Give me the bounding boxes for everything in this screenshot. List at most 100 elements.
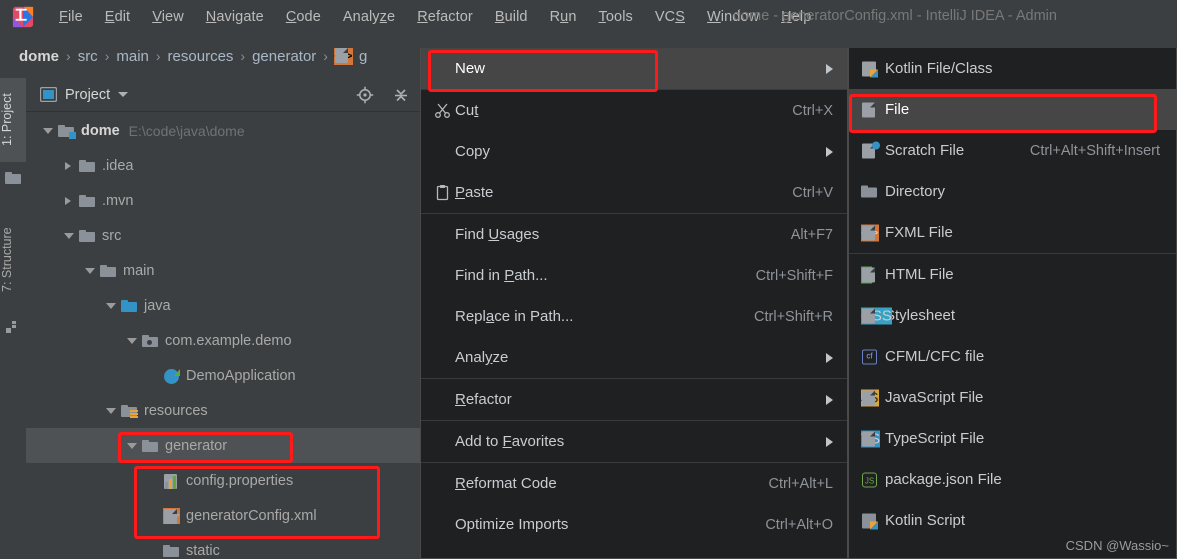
tree-node-main[interactable]: main bbox=[26, 253, 420, 288]
chevron-down-icon[interactable] bbox=[118, 92, 129, 97]
context-menu-item-replaceinpath[interactable]: Replace in Path... Ctrl+Shift+R bbox=[421, 296, 847, 337]
chevron-down-icon[interactable] bbox=[103, 298, 119, 314]
menu-view[interactable]: View bbox=[141, 5, 195, 29]
submenu-item-javascriptfile[interactable]: JS JavaScript File bbox=[849, 377, 1176, 418]
context-menu-item-refactor[interactable]: Refactor bbox=[421, 379, 847, 420]
sidebar-item-project[interactable]: 1: Project bbox=[0, 78, 26, 162]
breadcrumb-separator: › bbox=[240, 48, 246, 64]
scissors-icon bbox=[433, 102, 451, 120]
menu-tools[interactable]: Tools bbox=[588, 5, 644, 29]
tree-node-java[interactable]: java bbox=[26, 288, 420, 323]
context-menu-item-shortcut: Ctrl+Shift+F bbox=[755, 267, 833, 284]
context-menu-item-findusages[interactable]: Find Usages Alt+F7 bbox=[421, 214, 847, 255]
submenu-item-scratchfile[interactable]: Scratch File Ctrl+Alt+Shift+Insert bbox=[849, 130, 1176, 171]
submenu-item-cfmlcfcfile[interactable]: cf CFML/CFC file bbox=[849, 336, 1176, 377]
breadcrumb-item-dome[interactable]: dome bbox=[14, 48, 64, 65]
project-tree[interactable]: dome E:\code\java\dome .idea .mvn src main jav… bbox=[26, 113, 420, 559]
chevron-down-icon[interactable] bbox=[61, 228, 77, 244]
context-menu-item-label: Optimize Imports bbox=[455, 516, 569, 533]
chevron-down-icon[interactable] bbox=[124, 438, 140, 454]
submenu-item-label: FXML File bbox=[885, 224, 953, 241]
breadcrumb-item-generator[interactable]: generator bbox=[247, 48, 321, 65]
chevron-right-icon bbox=[826, 436, 833, 447]
tree-node-mvn[interactable]: .mvn bbox=[26, 183, 420, 218]
context-menu-item-analyze[interactable]: Analyze bbox=[421, 337, 847, 378]
chevron-down-icon[interactable] bbox=[103, 403, 119, 419]
submenu-item-kotlinscript[interactable]: Kotlin Script bbox=[849, 500, 1176, 541]
menu-navigate[interactable]: Navigate bbox=[195, 5, 275, 29]
submenu-item-file[interactable]: File bbox=[849, 89, 1176, 130]
collapse-all-icon[interactable] bbox=[392, 86, 410, 109]
breadcrumb[interactable]: dome›src›main›resources›generator›<>g bbox=[14, 47, 372, 65]
menu-edit[interactable]: Edit bbox=[94, 5, 141, 29]
menu-analyze[interactable]: Analyze bbox=[332, 5, 406, 29]
tree-node-label: resources bbox=[144, 402, 208, 419]
context-menu-item-new[interactable]: New bbox=[421, 48, 847, 89]
chevron-down-icon[interactable] bbox=[82, 263, 98, 279]
locate-icon[interactable] bbox=[356, 86, 374, 109]
typescript-file-icon: TS bbox=[861, 430, 881, 447]
context-menu-item-shortcut: Ctrl+V bbox=[792, 184, 833, 201]
breadcrumb-separator: › bbox=[155, 48, 161, 64]
npm-icon: JS bbox=[861, 471, 878, 488]
file-icon bbox=[861, 101, 878, 118]
menu-file[interactable]: File bbox=[48, 5, 94, 29]
submenu-item-kotlinfileclass[interactable]: Kotlin File/Class bbox=[849, 48, 1176, 89]
context-menu-item-paste[interactable]: Paste Ctrl+V bbox=[421, 172, 847, 213]
context-menu-item-copy[interactable]: Copy bbox=[421, 131, 847, 172]
menu-refactor[interactable]: Refactor bbox=[406, 5, 484, 29]
context-menu-item-optimizeimports[interactable]: Optimize Imports Ctrl+Alt+O bbox=[421, 504, 847, 545]
chevron-right-icon bbox=[826, 63, 833, 74]
menu-bar[interactable]: File Edit View Navigate Code Analyze Refactor B… bbox=[48, 5, 822, 29]
tree-node-generator[interactable]: generator bbox=[26, 428, 420, 463]
tree-node-static[interactable]: static bbox=[26, 533, 420, 559]
folder-icon bbox=[79, 158, 96, 174]
submenu-item-typescriptfile[interactable]: TSTypeScript File bbox=[849, 418, 1176, 459]
context-menu-item-reformatcode[interactable]: Reformat Code Ctrl+Alt+L bbox=[421, 463, 847, 504]
project-view-icon bbox=[39, 86, 58, 103]
submenu-item-fxmlfile[interactable]: <> FXML File bbox=[849, 212, 1176, 253]
tree-node-configproperties[interactable]: config.properties bbox=[26, 463, 420, 498]
tree-node-src[interactable]: src bbox=[26, 218, 420, 253]
css-file-icon: CSS bbox=[861, 307, 892, 324]
breadcrumb-item-src[interactable]: src bbox=[73, 48, 103, 65]
sidebar-item-project-label: 1: Project bbox=[0, 93, 14, 147]
breadcrumb-item-resources[interactable]: resources bbox=[163, 48, 239, 65]
submenu-item-htmlfile[interactable]: H HTML File bbox=[849, 254, 1176, 295]
submenu-item-directory[interactable]: Directory bbox=[849, 171, 1176, 212]
tree-node-resources[interactable]: resources bbox=[26, 393, 420, 428]
breadcrumb-separator: › bbox=[323, 48, 328, 64]
context-menu[interactable]: New Cut Ctrl+X Copy Paste Ctrl+V Find Usages Al… bbox=[420, 48, 848, 559]
tree-node-demoapplication[interactable]: DemoApplication bbox=[26, 358, 420, 393]
chevron-right-icon[interactable] bbox=[61, 193, 77, 209]
tree-node-label: dome bbox=[81, 122, 120, 139]
menu-build[interactable]: Build bbox=[484, 5, 539, 29]
context-menu-item-findinpath[interactable]: Find in Path... Ctrl+Shift+F bbox=[421, 255, 847, 296]
submenu-item-label: File bbox=[885, 101, 910, 118]
tree-node-comexampledemo[interactable]: com.example.demo bbox=[26, 323, 420, 358]
project-panel-title: Project bbox=[65, 86, 111, 103]
tree-node-generatorconfigxml[interactable]: <> generatorConfig.xml bbox=[26, 498, 420, 533]
tree-node-label: generator bbox=[165, 437, 228, 454]
submenu-item-stylesheet[interactable]: CSS Stylesheet bbox=[849, 295, 1176, 336]
menu-code[interactable]: Code bbox=[275, 5, 332, 29]
chevron-down-icon[interactable] bbox=[40, 123, 56, 139]
breadcrumb-item-main[interactable]: main bbox=[111, 48, 154, 65]
context-menu-item-label: Analyze bbox=[455, 349, 509, 366]
sidebar-item-structure[interactable]: 7: Structure bbox=[0, 208, 26, 312]
context-menu-item-addtofavorites[interactable]: Add to Favorites bbox=[421, 421, 847, 462]
context-menu-item-cut[interactable]: Cut Ctrl+X bbox=[421, 90, 847, 131]
context-menu-item-label: Replace in Path... bbox=[455, 308, 574, 325]
submenu-item-packagejsonfile[interactable]: JS package.json File bbox=[849, 459, 1176, 500]
chevron-down-icon[interactable] bbox=[124, 333, 140, 349]
title-bar: File Edit View Navigate Code Analyze Refactor B… bbox=[0, 0, 1177, 34]
tree-node-idea[interactable]: .idea bbox=[26, 148, 420, 183]
new-submenu[interactable]: Kotlin File/Class File Scratch File Ctrl+Al… bbox=[848, 48, 1177, 559]
breadcrumb-item-g[interactable]: g bbox=[354, 48, 372, 65]
watermark: CSDN @Wassio~ bbox=[1065, 538, 1169, 553]
menu-vcs[interactable]: VCS bbox=[644, 5, 696, 29]
chevron-right-icon[interactable] bbox=[61, 158, 77, 174]
context-menu-item-label: Copy bbox=[455, 143, 491, 160]
tree-node-dome[interactable]: dome E:\code\java\dome bbox=[26, 113, 420, 148]
menu-run[interactable]: Run bbox=[539, 5, 588, 29]
